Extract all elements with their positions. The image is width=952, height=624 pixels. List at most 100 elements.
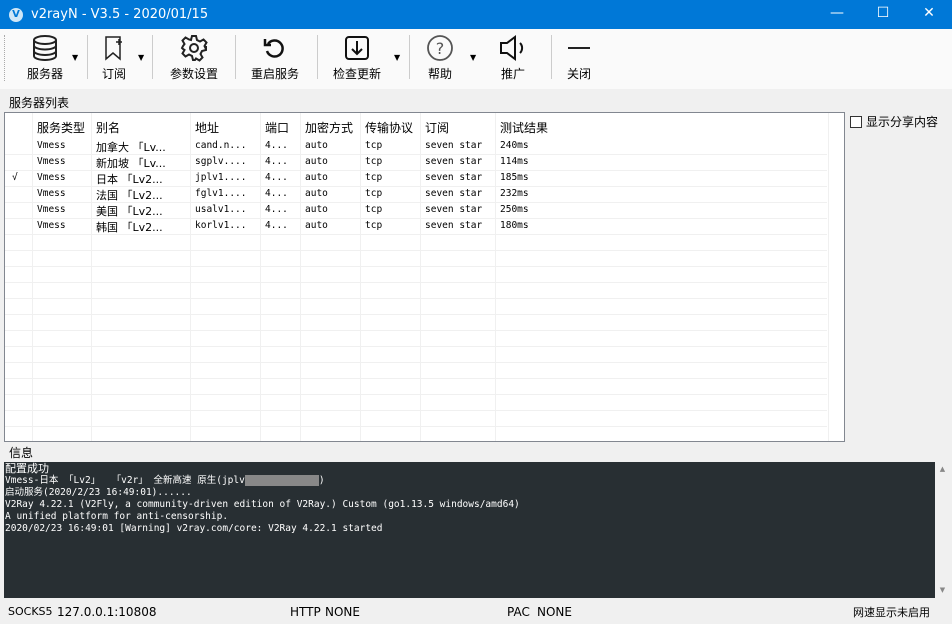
- table-cell: 4...: [265, 172, 288, 183]
- table-row[interactable]: √ Vmess 日本 「Lv2... jplv1.... 4... auto tcp seve…: [5, 171, 827, 187]
- table-cell: 4...: [265, 204, 288, 215]
- empty-row: [5, 427, 827, 441]
- title-bar: V v2rayN - V3.5 - 2020/01/15 — ☐ ✕: [0, 0, 952, 29]
- table-cell: 美国 「Lv2...: [96, 205, 163, 218]
- column-header[interactable]: 测试结果: [500, 119, 548, 136]
- chevron-down-icon[interactable]: ▼: [72, 53, 78, 62]
- show-share-checkbox[interactable]: 显示分享内容: [850, 113, 938, 130]
- help-icon: ?: [420, 31, 460, 65]
- table-cell: 4...: [265, 220, 288, 231]
- app-icon: V: [9, 7, 23, 22]
- check-update-label: 检查更新: [332, 67, 381, 81]
- column-header[interactable]: 服务类型: [37, 119, 85, 136]
- table-row[interactable]: Vmess 韩国 「Lv2... korlv1... 4... auto tcp seven…: [5, 219, 827, 235]
- separator: [235, 35, 236, 79]
- scroll-down-icon[interactable]: ▼: [935, 583, 950, 598]
- chevron-down-icon[interactable]: ▼: [394, 53, 400, 62]
- log-scrollbar[interactable]: ▲ ▼: [935, 462, 950, 598]
- table-cell: 250ms: [500, 204, 529, 215]
- log-line-suffix: ): [318, 475, 325, 486]
- separator: [409, 35, 410, 79]
- empty-row: [5, 331, 827, 347]
- pac-value: NONE: [537, 604, 572, 619]
- refresh-icon: [244, 31, 306, 65]
- column-header[interactable]: 端口: [265, 119, 289, 136]
- servers-label: 服务器: [26, 67, 63, 81]
- column-header[interactable]: 订阅: [425, 119, 449, 136]
- maximize-button[interactable]: ☐: [860, 0, 906, 29]
- table-cell: seven star: [425, 204, 483, 215]
- help-button[interactable]: ? 帮助 ▼: [420, 31, 476, 87]
- empty-row: [5, 299, 827, 315]
- empty-row: [5, 251, 827, 267]
- subscription-button[interactable]: 订阅 ▼: [94, 31, 144, 87]
- table-cell: 新加坡 「Lv...: [96, 157, 166, 170]
- status-bar: SOCKS5 127.0.0.1:10808 HTTP NONE PAC NON…: [0, 599, 952, 624]
- separator: [152, 35, 153, 79]
- http-value: NONE: [325, 604, 360, 619]
- servers-button[interactable]: 服务器 ▼: [14, 31, 78, 87]
- restart-service-button[interactable]: 重启服务: [244, 31, 306, 87]
- svg-text:?: ?: [436, 39, 445, 58]
- close-window-button[interactable]: ✕: [906, 0, 952, 29]
- table-cell: auto: [305, 172, 328, 183]
- table-cell: tcp: [365, 172, 383, 183]
- table-row[interactable]: Vmess 加拿大 「Lv... cand.n... 4... auto tcp seven…: [5, 139, 827, 155]
- show-share-label: 显示分享内容: [866, 115, 939, 129]
- empty-row: [5, 235, 827, 251]
- log-line: V2Ray 4.22.1 (V2Fly, a community-driven …: [5, 499, 520, 510]
- column-header[interactable]: 别名: [96, 119, 120, 136]
- table-cell: 180ms: [500, 220, 529, 231]
- log-line: A unified platform for anti-censorship.: [5, 511, 229, 522]
- minimize-button[interactable]: —: [814, 0, 860, 29]
- empty-row: [5, 267, 827, 283]
- scroll-up-icon[interactable]: ▲: [935, 462, 950, 477]
- empty-row: [5, 379, 827, 395]
- redacted-block: [244, 475, 319, 486]
- server-list[interactable]: 服务类型 别名 地址 端口 加密方式 传输协议 订阅 测试结果 Vmess 加拿大 「Lv... c…: [4, 112, 845, 442]
- empty-row: [5, 315, 827, 331]
- table-cell: Vmess: [37, 188, 66, 199]
- close-app-label: 关闭: [566, 67, 591, 81]
- settings-button[interactable]: 参数设置: [162, 31, 226, 87]
- column-divider: [828, 113, 829, 441]
- chevron-down-icon[interactable]: ▼: [138, 53, 144, 62]
- table-cell: Vmess: [37, 140, 66, 151]
- check-update-button[interactable]: 检查更新 ▼: [328, 31, 400, 87]
- empty-row: [5, 347, 827, 363]
- table-cell: 185ms: [500, 172, 529, 183]
- empty-row: [5, 395, 827, 411]
- table-cell: 法国 「Lv2...: [96, 189, 163, 202]
- log-output[interactable]: 配置成功 Vmess-日本 「Lv2」 「v2r」 全新高速 原生(jplv) 启动…: [4, 462, 935, 598]
- table-cell: tcp: [365, 188, 383, 199]
- table-cell: 日本 「Lv2...: [96, 173, 163, 186]
- column-header[interactable]: 传输协议: [365, 119, 413, 136]
- table-row[interactable]: Vmess 美国 「Lv2... usalv1... 4... auto tcp seven…: [5, 203, 827, 219]
- table-cell: 加拿大 「Lv...: [96, 141, 166, 154]
- column-header[interactable]: 加密方式: [305, 119, 353, 136]
- empty-row: [5, 283, 827, 299]
- promotion-button[interactable]: 推广: [492, 31, 534, 87]
- table-cell: seven star: [425, 156, 483, 167]
- chevron-down-icon[interactable]: ▼: [470, 53, 476, 62]
- promotion-label: 推广: [500, 67, 525, 81]
- toolbar-grip[interactable]: [4, 35, 5, 81]
- gear-icon: [162, 31, 226, 65]
- close-app-button[interactable]: 关闭: [560, 31, 598, 87]
- table-cell: Vmess: [37, 204, 66, 215]
- table-cell: 240ms: [500, 140, 529, 151]
- table-cell: auto: [305, 140, 328, 151]
- window-title: v2rayN - V3.5 - 2020/01/15: [31, 7, 209, 22]
- checkbox-box[interactable]: [850, 115, 862, 128]
- table-cell: auto: [305, 220, 328, 231]
- active-checkmark: √: [12, 172, 18, 183]
- table-cell: fglv1....: [195, 188, 247, 199]
- table-row[interactable]: Vmess 新加坡 「Lv... sgplv.... 4... auto tcp seven…: [5, 155, 827, 171]
- table-cell: tcp: [365, 140, 383, 151]
- subscription-label: 订阅: [101, 67, 126, 81]
- column-header[interactable]: 地址: [195, 119, 219, 136]
- table-cell: auto: [305, 188, 328, 199]
- table-row[interactable]: Vmess 法国 「Lv2... fglv1.... 4... auto tcp seven…: [5, 187, 827, 203]
- pac-label: PAC: [507, 604, 530, 619]
- table-cell: seven star: [425, 172, 483, 183]
